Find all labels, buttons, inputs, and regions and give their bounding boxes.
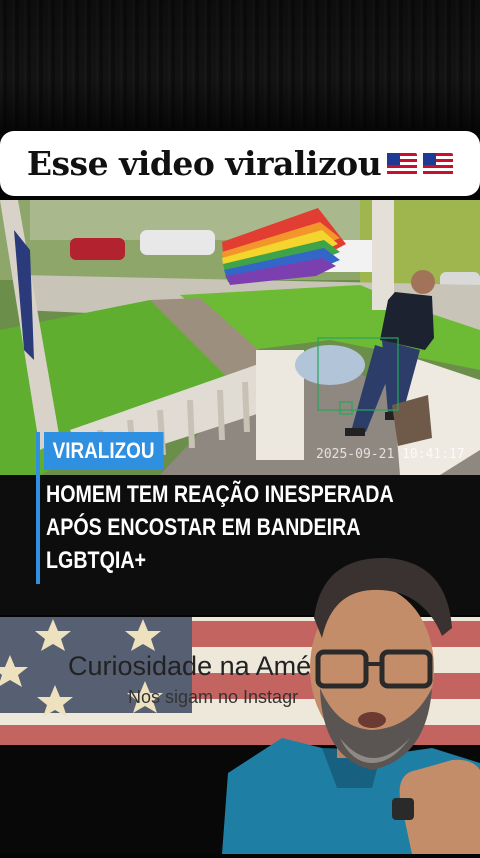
- headline-line: HOMEM TEM REAÇÃO INESPERADA: [46, 481, 394, 508]
- presenter-video-overlay: [222, 548, 480, 854]
- category-tag: VIRALIZOU: [44, 432, 164, 470]
- headline-line: APÓS ENCOSTAR EM BANDEIRA: [46, 514, 361, 541]
- blurred-background-top: [0, 0, 480, 130]
- video-timestamp: 2025-09-21 10:41:17: [316, 447, 465, 462]
- title-text: Esse video viralizou: [26, 144, 382, 183]
- us-flag-icon: [387, 152, 418, 175]
- tag-accent-bar: [36, 432, 40, 584]
- title-banner: Esse video viralizou: [0, 131, 480, 196]
- us-flag-icon: [423, 152, 454, 175]
